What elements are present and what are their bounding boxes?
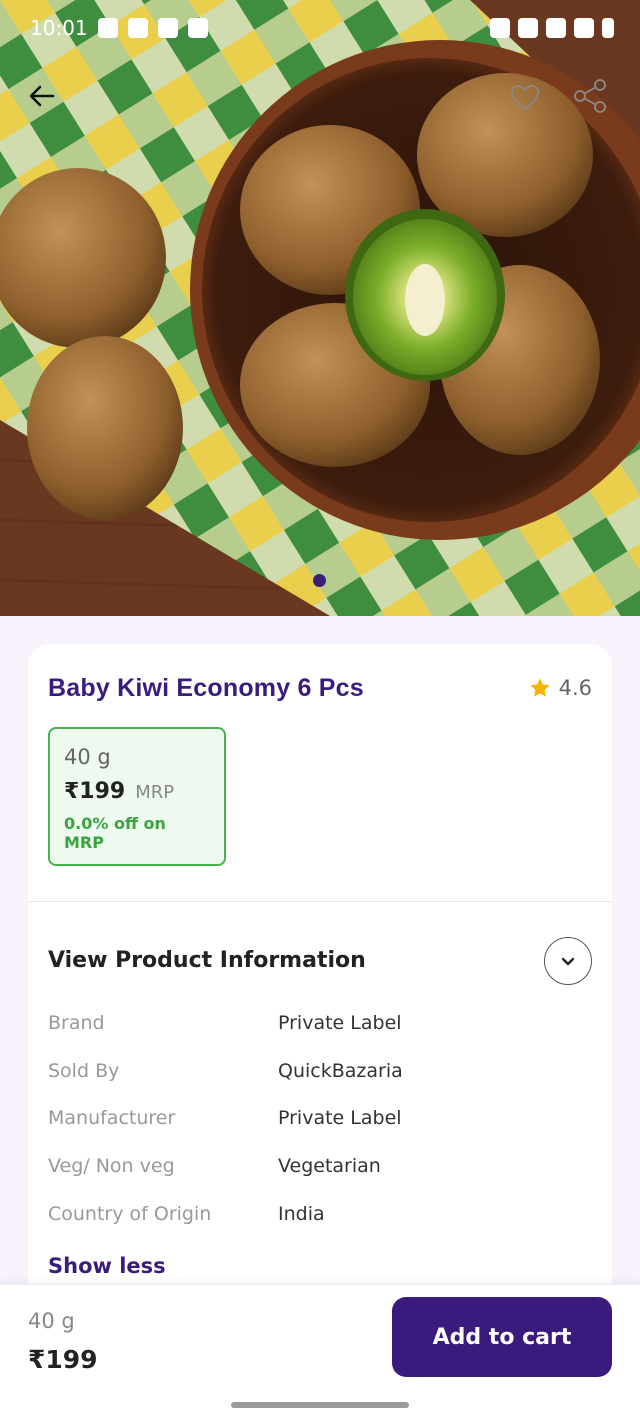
wifi-call-icon bbox=[490, 18, 510, 38]
info-row-sold-by: Sold By QuickBazaria bbox=[48, 1060, 588, 1082]
variant-discount: 0.0% off on MRP bbox=[64, 814, 166, 852]
home-indicator[interactable] bbox=[231, 1402, 409, 1408]
carousel-indicator[interactable] bbox=[313, 574, 326, 587]
info-row-brand: Brand Private Label bbox=[48, 1012, 588, 1034]
divider bbox=[28, 901, 612, 902]
share-icon bbox=[574, 79, 606, 113]
bottom-cart-bar: 40 g ₹199 Add to cart bbox=[0, 1284, 640, 1422]
product-info-heading[interactable]: View Product Information bbox=[48, 948, 366, 973]
star-icon bbox=[529, 678, 550, 697]
battery-icon bbox=[602, 18, 614, 38]
youtube-icon bbox=[157, 18, 178, 38]
variant-weight: 40 g bbox=[64, 745, 111, 769]
back-arrow-icon bbox=[29, 85, 55, 107]
notification-icon bbox=[97, 18, 118, 38]
selected-price: ₹199 bbox=[28, 1345, 98, 1374]
status-bar: 10:01 bbox=[0, 0, 640, 56]
info-row-veg: Veg/ Non veg Vegetarian bbox=[48, 1155, 588, 1177]
info-row-country: Country of Origin India bbox=[48, 1203, 588, 1225]
back-button[interactable] bbox=[22, 76, 62, 116]
info-value: Private Label bbox=[278, 1012, 402, 1034]
chevron-down-icon bbox=[561, 957, 575, 966]
variant-price: ₹199 bbox=[64, 779, 126, 804]
clock: 10:01 bbox=[30, 16, 88, 40]
signal-icon bbox=[546, 18, 566, 38]
product-image bbox=[0, 0, 640, 616]
product-details-card: Baby Kiwi Economy 6 Pcs 4.6 40 g ₹199 MR… bbox=[28, 644, 612, 1304]
signal-icon bbox=[574, 18, 594, 38]
info-key: Manufacturer bbox=[48, 1107, 176, 1129]
info-key: Brand bbox=[48, 1012, 105, 1034]
gmail-icon bbox=[187, 18, 208, 38]
collapse-info-button[interactable] bbox=[544, 937, 592, 985]
product-image-carousel[interactable]: 10:01 bbox=[0, 0, 640, 616]
product-rating: 4.6 bbox=[529, 676, 592, 700]
notification-icon bbox=[127, 18, 148, 38]
rating-value: 4.6 bbox=[558, 676, 592, 700]
favorite-button[interactable] bbox=[507, 80, 543, 116]
share-button[interactable] bbox=[570, 76, 610, 116]
info-key: Country of Origin bbox=[48, 1203, 212, 1225]
add-to-cart-button[interactable]: Add to cart bbox=[392, 1297, 612, 1377]
info-value: QuickBazaria bbox=[278, 1060, 403, 1082]
variant-option-selected[interactable]: 40 g ₹199 MRP 0.0% off on MRP bbox=[48, 727, 226, 866]
info-key: Veg/ Non veg bbox=[48, 1155, 175, 1177]
product-title: Baby Kiwi Economy 6 Pcs bbox=[48, 674, 364, 702]
info-value: India bbox=[278, 1203, 325, 1225]
info-value: Vegetarian bbox=[278, 1155, 381, 1177]
heart-icon bbox=[511, 85, 539, 111]
info-value: Private Label bbox=[278, 1107, 402, 1129]
info-key: Sold By bbox=[48, 1060, 120, 1082]
show-less-link[interactable]: Show less bbox=[48, 1254, 166, 1278]
info-row-manufacturer: Manufacturer Private Label bbox=[48, 1107, 588, 1129]
variant-mrp-label: MRP bbox=[135, 782, 175, 803]
wifi-icon bbox=[518, 18, 538, 38]
selected-weight: 40 g bbox=[28, 1309, 75, 1333]
